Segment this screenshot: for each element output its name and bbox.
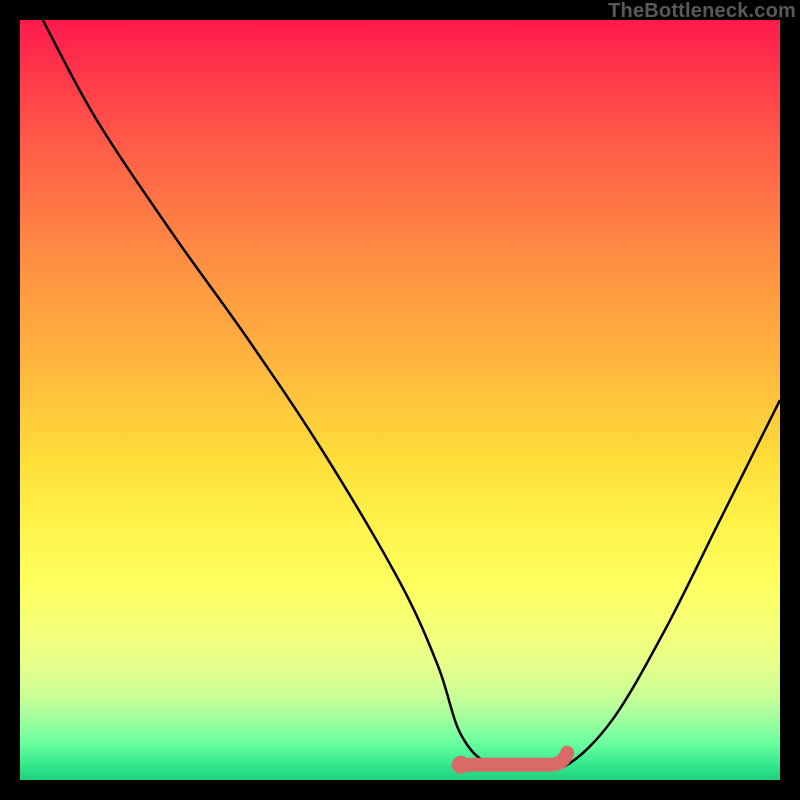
chart-frame: TheBottleneck.com	[0, 0, 800, 800]
plot-area	[20, 20, 780, 780]
bottleneck-curve	[43, 20, 780, 768]
optimal-zone-start-dot	[452, 756, 470, 774]
curve-svg	[20, 20, 780, 780]
